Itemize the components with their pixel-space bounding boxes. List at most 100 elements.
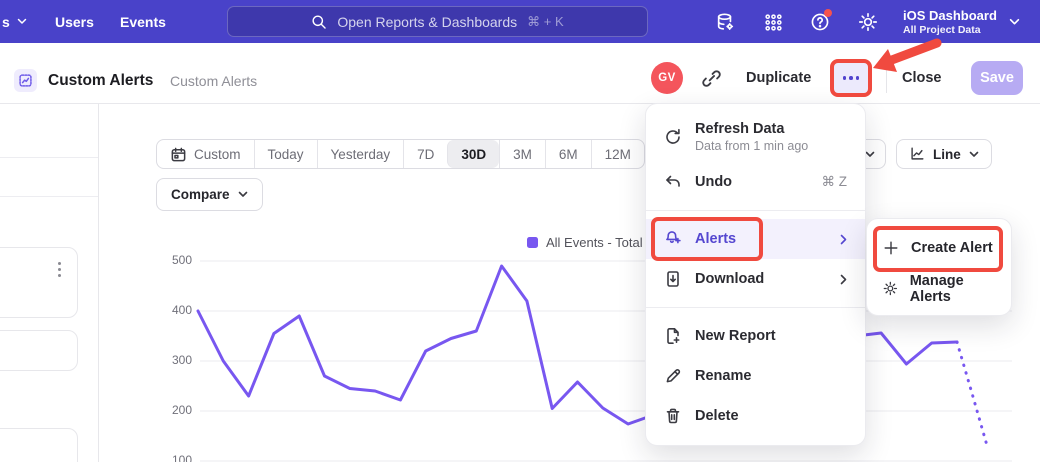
delete-trash-icon xyxy=(664,407,682,425)
menu-item-label: Download xyxy=(695,271,764,287)
range-12m[interactable]: 12M xyxy=(591,140,644,168)
undo-icon xyxy=(664,173,682,191)
menu-separator xyxy=(646,307,865,308)
range-label: Custom xyxy=(194,147,241,162)
legend-swatch xyxy=(527,237,538,248)
y-axis-tick-label: 400 xyxy=(150,303,192,317)
plus-icon xyxy=(883,240,899,256)
insights-chart-icon xyxy=(18,73,33,88)
search-input[interactable]: Open Reports & Dashboards ⌘ + K xyxy=(227,6,648,37)
menu-item-undo[interactable]: Undo ⌘ Z xyxy=(646,162,865,202)
menu-item-create-alert[interactable]: Create Alert xyxy=(867,227,1011,268)
nav-item-label: s xyxy=(2,14,10,30)
undo-shortcut: ⌘ Z xyxy=(822,174,848,190)
top-navigation: s Users Events Open Reports & Dashboards… xyxy=(0,0,1040,43)
query-builder-card[interactable] xyxy=(0,428,78,462)
chart-legend: All Events - Total xyxy=(527,235,643,250)
more-options-button[interactable] xyxy=(830,59,872,97)
close-button[interactable]: Close xyxy=(902,70,942,86)
chart-line-projection xyxy=(957,342,988,449)
alert-bell-plus-icon xyxy=(664,230,682,248)
save-button[interactable]: Save xyxy=(971,61,1023,95)
breadcrumb: Custom Alerts xyxy=(170,73,257,89)
chevron-down-icon xyxy=(17,18,27,25)
menu-item-delete[interactable]: Delete xyxy=(646,396,865,436)
menu-item-new-report[interactable]: New Report xyxy=(646,316,865,356)
chevron-right-icon xyxy=(840,274,847,285)
chevron-down-icon xyxy=(865,151,875,158)
menu-item-label: Create Alert xyxy=(911,240,993,256)
range-30d-selected[interactable]: 30D xyxy=(447,140,499,168)
chevron-down-icon xyxy=(238,191,248,198)
menu-item-label: Refresh Data xyxy=(695,121,808,137)
manage-gear-icon xyxy=(883,280,898,297)
menu-item-label: Alerts xyxy=(695,231,736,247)
more-options-icon xyxy=(843,76,847,80)
report-icon xyxy=(14,69,37,92)
menu-item-refresh-data[interactable]: Refresh Data Data from 1 min ago xyxy=(646,112,865,162)
legend-label: All Events - Total xyxy=(546,235,643,250)
more-options-menu: Refresh Data Data from 1 min ago Undo ⌘ … xyxy=(645,103,866,446)
compare-label: Compare xyxy=(171,187,230,202)
menu-item-label: Delete xyxy=(695,408,739,424)
chart-type-label: Line xyxy=(933,147,961,162)
nav-item-truncated[interactable]: s xyxy=(2,0,27,43)
menu-item-alerts[interactable]: Alerts xyxy=(646,219,865,259)
calendar-icon xyxy=(170,146,187,163)
menu-item-label: Undo xyxy=(695,174,732,190)
range-yesterday[interactable]: Yesterday xyxy=(317,140,404,168)
sidebar-divider xyxy=(98,104,99,462)
sidebar-row-divider xyxy=(0,157,98,158)
settings-button[interactable] xyxy=(857,11,879,33)
refresh-status: Data from 1 min ago xyxy=(695,139,808,153)
range-3m[interactable]: 3M xyxy=(499,140,545,168)
menu-item-label: New Report xyxy=(695,328,776,344)
chart-type-button[interactable]: Line xyxy=(896,139,992,169)
kebab-menu-icon[interactable] xyxy=(58,262,61,277)
avatar[interactable]: GV xyxy=(651,62,683,94)
project-name: iOS Dashboard xyxy=(903,8,997,24)
query-builder-card[interactable] xyxy=(0,330,78,371)
alerts-submenu: Create Alert Manage Alerts xyxy=(866,218,1012,316)
chevron-right-icon xyxy=(840,234,847,245)
menu-separator xyxy=(646,210,865,211)
nav-item-users[interactable]: Users xyxy=(55,0,94,43)
menu-item-download[interactable]: Download xyxy=(646,259,865,299)
compare-button[interactable]: Compare xyxy=(156,178,263,211)
share-link-button[interactable] xyxy=(701,68,723,90)
menu-item-manage-alerts[interactable]: Manage Alerts xyxy=(867,268,1011,309)
apps-grid-button[interactable] xyxy=(762,11,784,33)
menu-item-label: Manage Alerts xyxy=(910,273,995,305)
menu-item-rename[interactable]: Rename xyxy=(646,356,865,396)
y-axis-tick-label: 500 xyxy=(150,253,192,267)
gear-icon xyxy=(858,12,878,32)
data-icon xyxy=(715,12,735,32)
report-header: Custom Alerts Custom Alerts GV Duplicate… xyxy=(0,43,1040,104)
sidebar-row-divider xyxy=(0,196,98,197)
date-range-control: Custom Today Yesterday 7D 30D 3M 6M 12M xyxy=(156,139,645,169)
y-axis-tick-label: 200 xyxy=(150,403,192,417)
nav-item-events[interactable]: Events xyxy=(120,0,166,43)
menu-item-label: Rename xyxy=(695,368,751,384)
data-management-button[interactable] xyxy=(714,11,736,33)
help-button[interactable] xyxy=(809,11,831,33)
range-6m[interactable]: 6M xyxy=(545,140,591,168)
apps-grid-icon xyxy=(764,13,783,32)
rename-pencil-icon xyxy=(664,367,682,385)
project-scope: All Project Data xyxy=(903,24,997,37)
search-icon xyxy=(311,14,327,30)
new-report-icon xyxy=(664,327,682,345)
query-builder-card[interactable] xyxy=(0,247,78,318)
refresh-icon xyxy=(664,128,682,146)
search-shortcut: ⌘ + K xyxy=(527,14,564,30)
range-custom[interactable]: Custom xyxy=(157,140,254,168)
header-divider xyxy=(886,63,887,93)
chevron-down-icon xyxy=(969,151,979,158)
app-window: 500400300200100 All Events - Total Custo… xyxy=(0,0,1040,462)
range-7d[interactable]: 7D xyxy=(403,140,447,168)
project-picker[interactable]: iOS Dashboard All Project Data xyxy=(903,5,1020,39)
range-today[interactable]: Today xyxy=(254,140,317,168)
page-title: Custom Alerts xyxy=(48,72,153,90)
duplicate-button[interactable]: Duplicate xyxy=(746,70,811,86)
download-icon xyxy=(664,270,682,288)
